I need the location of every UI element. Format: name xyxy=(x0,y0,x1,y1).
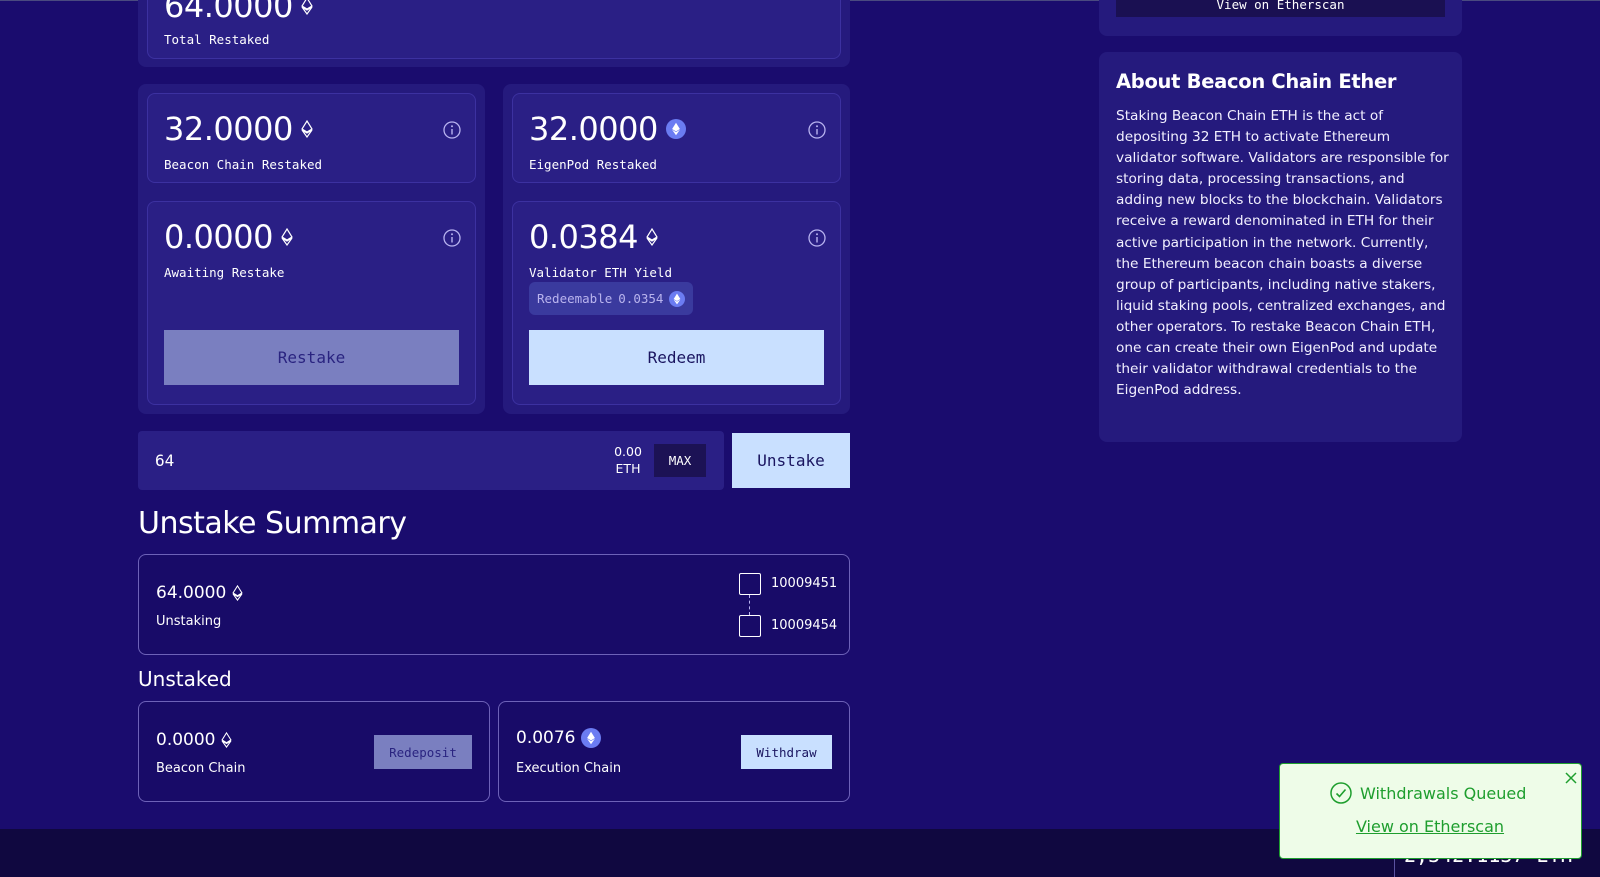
etherscan-panel: View on Etherscan xyxy=(1099,0,1462,36)
unstake-amount-input[interactable] xyxy=(138,431,598,490)
unstaked-title: Unstaked xyxy=(138,667,232,691)
beacon-chain-panel: 32.0000 Beacon Chain Restaked 0.0000 Awa… xyxy=(138,84,485,414)
awaiting-restake-card: 0.0000 Awaiting Restake Restake xyxy=(147,201,476,405)
validator-connector xyxy=(749,595,750,615)
unstake-summary-title: Unstake Summary xyxy=(138,506,407,541)
eth-badge-icon xyxy=(669,290,686,307)
eigenpod-restaked-amount: 32.0000 xyxy=(529,110,658,148)
validator-checkbox[interactable] xyxy=(739,573,761,595)
awaiting-restake-label: Awaiting Restake xyxy=(164,265,285,280)
unstaking-value: 64.0000 xyxy=(156,583,243,603)
beacon-chain-unstaked-card: 0.0000 Beacon Chain Redeposit xyxy=(138,701,490,802)
validator-yield-amount: 0.0384 xyxy=(529,218,638,256)
unstaking-label: Unstaking xyxy=(156,614,222,629)
beacon-chain-unstaked-amount: 0.0000 xyxy=(156,730,216,750)
info-icon[interactable] xyxy=(443,121,461,139)
info-icon[interactable] xyxy=(443,229,461,247)
view-on-etherscan-button[interactable]: View on Etherscan xyxy=(1116,0,1445,17)
eth-outline-icon xyxy=(646,228,658,246)
redeemable-label: Redeemable xyxy=(537,291,613,306)
about-panel: About Beacon Chain Ether Staking Beacon … xyxy=(1099,52,1462,442)
execution-chain-unstaked-label: Execution Chain xyxy=(516,761,622,776)
total-restaked-label: Total Restaked xyxy=(164,32,270,47)
eigenpod-restaked-value: 32.0000 xyxy=(529,110,686,148)
beacon-restaked-amount: 32.0000 xyxy=(164,110,293,148)
eigenpod-restaked-label: EigenPod Restaked xyxy=(529,157,657,172)
unstake-button[interactable]: Unstake xyxy=(732,433,850,488)
eigenpod-restaked-card: 32.0000 EigenPod Restaked xyxy=(512,93,841,183)
total-restaked-panel: 64.0000 Total Restaked xyxy=(138,0,850,67)
validator-list: 10009451 10009454 xyxy=(739,573,839,643)
about-text: Staking Beacon Chain ETH is the act of d… xyxy=(1116,108,1449,399)
close-icon[interactable] xyxy=(1565,772,1577,784)
max-button[interactable]: MAX xyxy=(654,444,706,477)
eth-outline-icon xyxy=(232,585,243,601)
restake-button[interactable]: Restake xyxy=(164,330,459,385)
validator-index: 10009451 xyxy=(771,576,838,591)
redeposit-button[interactable]: Redeposit xyxy=(374,735,472,769)
validator-yield-value: 0.0384 xyxy=(529,218,658,256)
beacon-restaked-label: Beacon Chain Restaked xyxy=(164,157,323,172)
awaiting-restake-value: 0.0000 xyxy=(164,218,293,256)
toast-notification: Withdrawals Queued View on Etherscan xyxy=(1279,763,1582,859)
beacon-restaked-value: 32.0000 xyxy=(164,110,313,148)
eth-outline-icon xyxy=(281,228,293,246)
eth-badge-icon xyxy=(581,728,602,748)
unstaking-amount: 64.0000 xyxy=(156,583,227,603)
redeemable-badge: Redeemable 0.0354 xyxy=(529,282,694,315)
eth-outline-icon xyxy=(300,0,313,15)
balance-display: 0.00 ETH xyxy=(608,443,648,477)
toast-message-row: Withdrawals Queued xyxy=(1330,782,1526,804)
validator-yield-label: Validator ETH Yield xyxy=(529,265,672,280)
toast-message: Withdrawals Queued xyxy=(1360,783,1527,803)
balance-unit: ETH xyxy=(615,461,641,476)
redeem-button[interactable]: Redeem xyxy=(529,330,824,385)
validator-checkbox[interactable] xyxy=(739,615,761,637)
total-restaked-value: 64.0000 xyxy=(164,0,313,25)
redeemable-amount: 0.0354 xyxy=(618,291,664,306)
eth-outline-icon xyxy=(300,120,313,138)
balance-amount: 0.00 xyxy=(614,444,642,459)
unstake-input-container: 0.00 ETH MAX xyxy=(138,431,724,490)
awaiting-restake-amount: 0.0000 xyxy=(164,218,273,256)
eigenpod-panel: 32.0000 EigenPod Restaked 0.0384 Validat… xyxy=(503,84,850,414)
validator-index: 10009454 xyxy=(771,618,838,633)
eth-outline-icon xyxy=(221,732,233,748)
eth-badge-icon xyxy=(665,119,686,139)
unstake-summary-card: 64.0000 Unstaking 10009451 10009454 xyxy=(138,554,850,655)
info-icon[interactable] xyxy=(808,229,826,247)
beacon-restaked-card: 32.0000 Beacon Chain Restaked xyxy=(147,93,476,183)
execution-chain-unstaked-card: 0.0076 Execution Chain Withdraw xyxy=(498,701,850,802)
info-icon[interactable] xyxy=(808,121,826,139)
total-restaked-card: 64.0000 Total Restaked xyxy=(147,0,841,59)
beacon-chain-unstaked-label: Beacon Chain xyxy=(156,761,246,776)
about-title: About Beacon Chain Ether xyxy=(1116,70,1397,93)
total-restaked-amount: 64.0000 xyxy=(164,0,293,25)
execution-chain-unstaked-value: 0.0076 xyxy=(516,728,602,748)
toast-etherscan-link[interactable]: View on Etherscan xyxy=(1280,817,1580,836)
withdraw-button[interactable]: Withdraw xyxy=(741,735,832,769)
validator-yield-card: 0.0384 Validator ETH Yield Redeemable 0.… xyxy=(512,201,841,405)
execution-chain-unstaked-amount: 0.0076 xyxy=(516,728,576,748)
beacon-chain-unstaked-value: 0.0000 xyxy=(156,730,233,750)
check-circle-icon xyxy=(1330,782,1352,804)
